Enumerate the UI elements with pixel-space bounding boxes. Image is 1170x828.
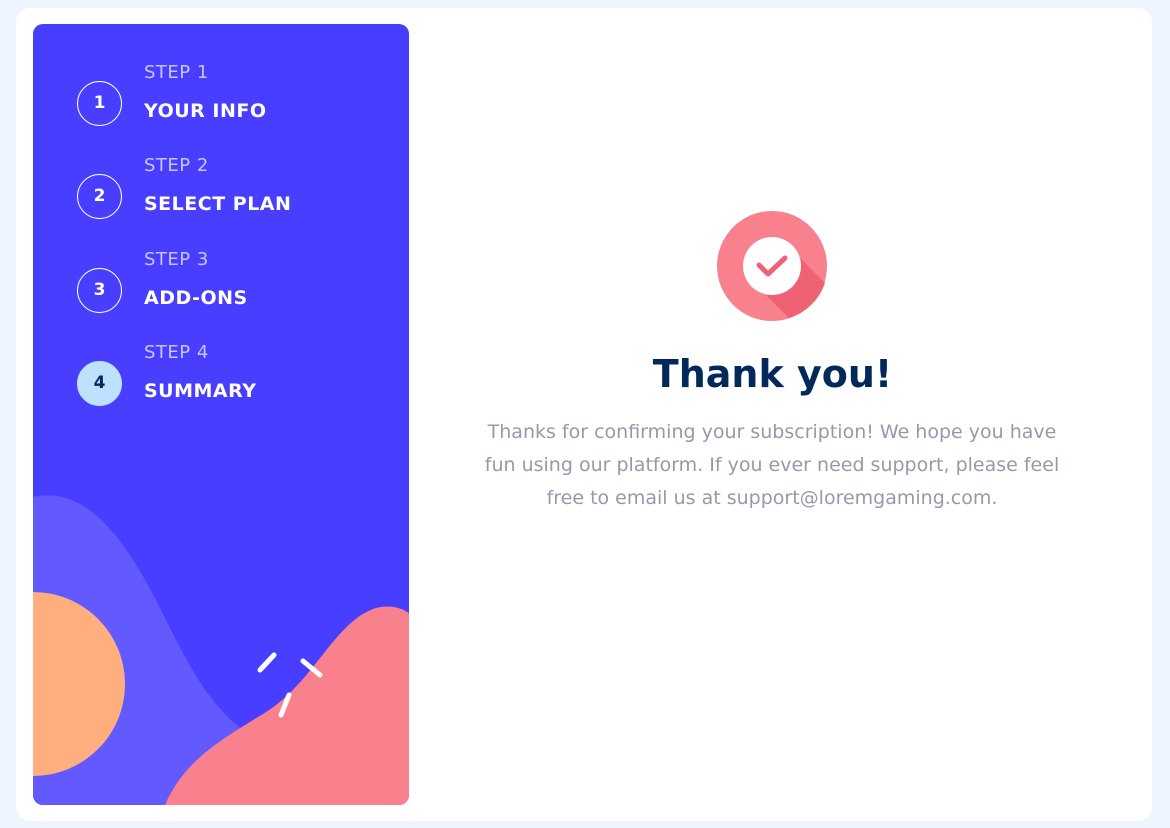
step-number-3: 3: [77, 268, 122, 313]
step-item-1[interactable]: 1 STEP 1 YOUR INFO: [77, 62, 377, 141]
step-label-4: STEP 4: [144, 342, 209, 363]
confirmation-panel: Thank you! Thanks for confirming your su…: [409, 24, 1136, 805]
step-number-4: 4: [77, 361, 122, 406]
confirmation-title: Thank you!: [652, 352, 893, 396]
step-item-2[interactable]: 2 STEP 2 SELECT PLAN: [77, 155, 377, 234]
step-title-4: SUMMARY: [144, 380, 257, 402]
step-sidebar: 1 STEP 1 YOUR INFO 2 STEP 2 SELECT PLAN …: [33, 24, 409, 805]
step-label-3: STEP 3: [144, 249, 209, 270]
step-label-2: STEP 2: [144, 155, 209, 176]
confirmation-message: Thanks for confirming your subscription!…: [484, 421, 1060, 509]
step-item-3[interactable]: 3 STEP 3 ADD-ONS: [77, 249, 377, 328]
step-title-1: YOUR INFO: [144, 100, 267, 122]
step-title-3: ADD-ONS: [144, 287, 248, 309]
step-number-2: 2: [77, 174, 122, 219]
sidebar-sparkle-line: [257, 652, 277, 673]
checkmark-icon: [717, 211, 827, 321]
step-item-4[interactable]: 4 STEP 4 SUMMARY: [77, 342, 377, 421]
step-label-1: STEP 1: [144, 62, 209, 83]
step-title-2: SELECT PLAN: [144, 193, 292, 215]
step-number-1: 1: [77, 81, 122, 126]
